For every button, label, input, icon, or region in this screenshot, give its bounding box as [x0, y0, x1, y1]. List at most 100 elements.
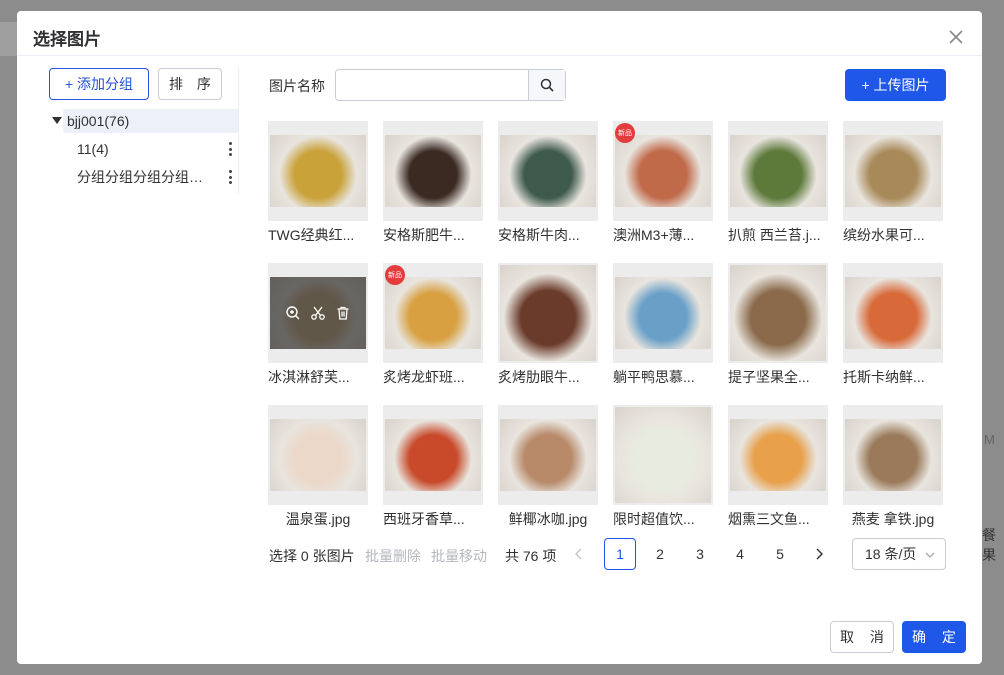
- image-thumbnail[interactable]: [268, 405, 368, 505]
- image-card[interactable]: 限时超值饮...: [613, 405, 713, 529]
- image-thumbnail[interactable]: [613, 263, 713, 363]
- image-caption: 炙烤龙虾班...: [383, 369, 465, 385]
- image-thumbnail[interactable]: [498, 121, 598, 221]
- image-preview: [270, 419, 366, 491]
- image-card[interactable]: TWG经典红...: [268, 121, 368, 245]
- image-thumbnail[interactable]: [613, 405, 713, 505]
- close-icon[interactable]: [948, 29, 964, 45]
- image-preview: [730, 265, 826, 361]
- image-card[interactable]: 温泉蛋.jpg: [268, 405, 368, 529]
- image-thumbnail[interactable]: 新品: [613, 121, 713, 221]
- selected-count: 选择 0 张图片: [269, 548, 355, 564]
- image-card[interactable]: 冰淇淋舒芙...: [268, 263, 368, 387]
- image-card[interactable]: 燕麦 拿铁.jpg: [843, 405, 943, 529]
- image-preview: [845, 419, 941, 491]
- image-preview: [500, 265, 596, 361]
- image-caption: 提子坚果全...: [728, 369, 810, 385]
- image-thumbnail[interactable]: [498, 263, 598, 363]
- scissors-icon[interactable]: [310, 305, 326, 321]
- image-card[interactable]: 安格斯肥牛...: [383, 121, 483, 245]
- image-card[interactable]: 安格斯牛肉...: [498, 121, 598, 245]
- backdrop-bar: [0, 22, 17, 56]
- image-preview: [615, 135, 711, 207]
- image-card[interactable]: 提子坚果全...: [728, 263, 828, 387]
- image-card[interactable]: 新品炙烤龙虾班...: [383, 263, 483, 387]
- image-caption: 烟熏三文鱼...: [728, 511, 810, 527]
- image-thumbnail[interactable]: [498, 405, 598, 505]
- image-thumbnail[interactable]: [728, 263, 828, 363]
- batch-move-button[interactable]: 批量移动: [431, 546, 487, 566]
- image-thumbnail[interactable]: [383, 121, 483, 221]
- image-caption: 温泉蛋.jpg: [285, 511, 351, 527]
- dialog-header: 选择图片: [17, 11, 982, 56]
- image-preview: [615, 277, 711, 349]
- confirm-button[interactable]: 确 定: [902, 621, 966, 653]
- tree-node-label: 11(4): [77, 141, 109, 157]
- page-1[interactable]: 1: [604, 538, 636, 570]
- page-4[interactable]: 4: [724, 538, 756, 570]
- image-thumbnail[interactable]: [728, 121, 828, 221]
- search-button[interactable]: [528, 70, 565, 100]
- page-size-select[interactable]: 18 条/页: [852, 538, 946, 570]
- image-preview: [730, 135, 826, 207]
- batch-delete-button[interactable]: 批量删除: [365, 546, 421, 566]
- more-vertical-icon[interactable]: [229, 142, 233, 156]
- image-card[interactable]: 缤纷水果可...: [843, 121, 943, 245]
- next-page-icon[interactable]: [811, 546, 827, 562]
- image-card[interactable]: 扒煎 西兰苔.j...: [728, 121, 828, 245]
- image-name-input[interactable]: [336, 70, 528, 100]
- image-card[interactable]: 新品澳洲M3+薄...: [613, 121, 713, 245]
- image-caption: 炙烤肋眼牛...: [498, 369, 580, 385]
- image-preview: [845, 277, 941, 349]
- upload-image-button[interactable]: + 上传图片: [845, 69, 946, 101]
- tree-node-root[interactable]: bjj001(76): [52, 109, 239, 133]
- image-thumbnail[interactable]: [728, 405, 828, 505]
- tree-node-child[interactable]: 11(4): [77, 137, 239, 161]
- image-thumbnail[interactable]: [843, 263, 943, 363]
- image-card[interactable]: 烟熏三文鱼...: [728, 405, 828, 529]
- page-2[interactable]: 2: [644, 538, 676, 570]
- chevron-down-icon: [925, 552, 935, 558]
- image-card[interactable]: 躺平鸭思慕...: [613, 263, 713, 387]
- zoom-in-icon[interactable]: [285, 305, 301, 321]
- hover-actions: [270, 277, 366, 349]
- page-3[interactable]: 3: [684, 538, 716, 570]
- image-caption: 鲜椰冰咖.jpg: [508, 511, 588, 527]
- search-icon: [540, 78, 554, 92]
- image-thumbnail[interactable]: [268, 263, 368, 363]
- cancel-button[interactable]: 取 消: [830, 621, 894, 653]
- caret-down-icon[interactable]: [52, 117, 62, 124]
- image-caption: TWG经典红...: [268, 227, 355, 243]
- image-caption: 躺平鸭思慕...: [613, 369, 695, 385]
- image-thumbnail[interactable]: [843, 121, 943, 221]
- add-group-button[interactable]: + 添加分组: [49, 68, 149, 100]
- tree-node-child[interactable]: 分组分组分组分组分组: [77, 165, 239, 189]
- image-caption: 安格斯肥牛...: [383, 227, 465, 243]
- total-count: 共 76 项: [505, 548, 557, 564]
- delete-icon[interactable]: [335, 305, 351, 321]
- image-caption: 扒煎 西兰苔.j...: [728, 227, 821, 243]
- image-thumbnail[interactable]: [383, 405, 483, 505]
- image-card[interactable]: 炙烤肋眼牛...: [498, 263, 598, 387]
- image-caption: 燕麦 拿铁.jpg: [851, 511, 935, 527]
- more-vertical-icon[interactable]: [229, 170, 233, 184]
- image-card[interactable]: 鲜椰冰咖.jpg: [498, 405, 598, 529]
- sort-button[interactable]: 排 序: [158, 68, 222, 100]
- image-card[interactable]: 托斯卡纳鲜...: [843, 263, 943, 387]
- image-caption: 澳洲M3+薄...: [613, 227, 695, 243]
- image-caption: 西班牙香草...: [383, 511, 465, 527]
- backdrop-fragment-m: M: [984, 432, 995, 447]
- image-preview: [500, 135, 596, 207]
- image-thumbnail[interactable]: [268, 121, 368, 221]
- image-card[interactable]: 西班牙香草...: [383, 405, 483, 529]
- tree-node-label: 分组分组分组分组分组: [77, 169, 205, 185]
- image-thumbnail[interactable]: [843, 405, 943, 505]
- new-badge: 新品: [385, 265, 405, 285]
- image-thumbnail[interactable]: 新品: [383, 263, 483, 363]
- new-badge: 新品: [615, 123, 635, 143]
- prev-page-icon[interactable]: [571, 546, 587, 562]
- image-preview: [500, 419, 596, 491]
- select-image-dialog: 选择图片 + 添加分组 排 序 bjj001(76) 11(4) 分组分组分组分…: [17, 11, 982, 664]
- page-5[interactable]: 5: [764, 538, 796, 570]
- image-preview: [730, 419, 826, 491]
